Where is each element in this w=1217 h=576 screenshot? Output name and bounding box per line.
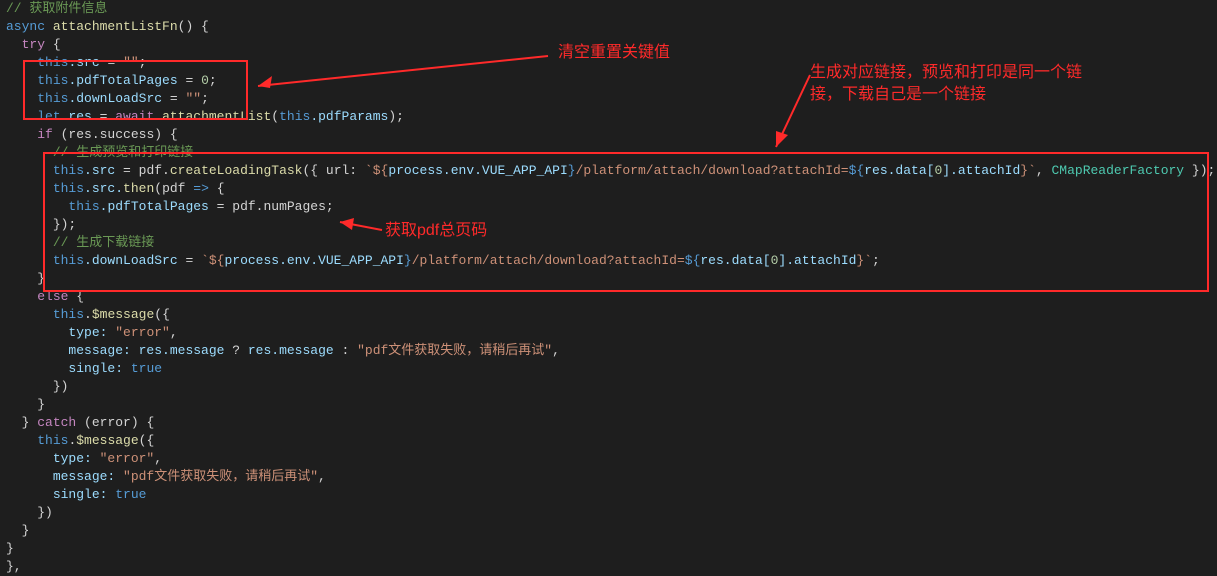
- code-editor[interactable]: // 获取附件信息 async attachmentListFn() { try…: [0, 0, 1217, 576]
- code-block: // 获取附件信息 async attachmentListFn() { try…: [0, 0, 1217, 576]
